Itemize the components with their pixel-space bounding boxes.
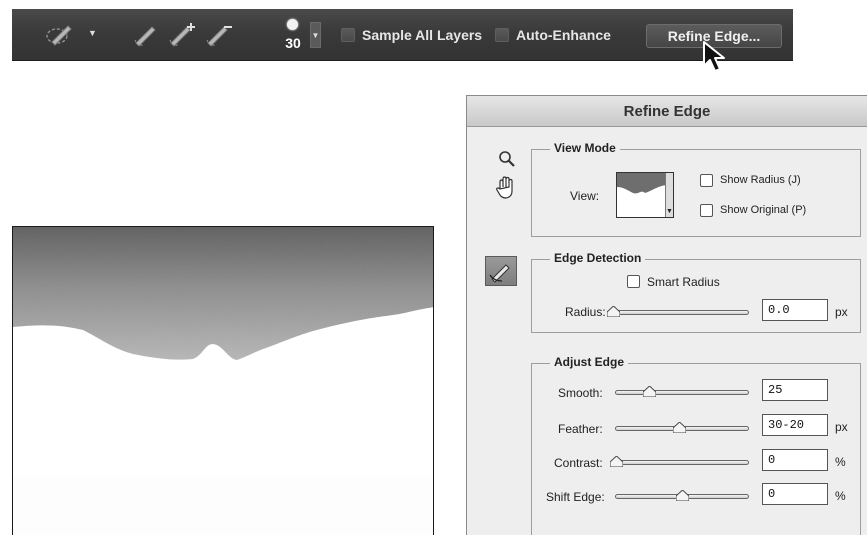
document-canvas[interactable]: [12, 226, 434, 535]
hand-icon[interactable]: [495, 176, 517, 200]
contrast-label: Contrast:: [554, 456, 603, 470]
view-mode-group: View Mode View: ▼ Show Radius (J) Show O…: [531, 141, 861, 237]
radius-label: Radius:: [565, 305, 606, 319]
contrast-input[interactable]: 0: [762, 449, 828, 471]
contrast-slider-thumb[interactable]: [610, 456, 623, 467]
radius-unit: px: [835, 305, 848, 319]
smooth-input[interactable]: 25: [762, 379, 828, 401]
adjust-edge-group: Adjust Edge Smooth: 25 Feather: 30-20 px…: [531, 355, 861, 535]
cursor-arrow-icon: [703, 41, 725, 72]
canvas-image: [13, 227, 433, 535]
shift-edge-input[interactable]: 0: [762, 483, 828, 505]
shift-edge-slider[interactable]: [615, 490, 749, 501]
options-bar: ▼ 30 ▼ Sample All Layers Auto-Enhance Re…: [12, 9, 793, 61]
shift-edge-slider-thumb[interactable]: [676, 490, 689, 501]
edge-detection-title: Edge Detection: [550, 251, 646, 265]
radius-slider[interactable]: [607, 306, 749, 317]
zoom-icon[interactable]: [498, 150, 516, 168]
view-mode-title: View Mode: [550, 141, 620, 155]
show-radius-checkbox[interactable]: [700, 174, 713, 187]
contrast-slider[interactable]: [610, 456, 749, 467]
smooth-slider[interactable]: [615, 386, 749, 397]
chevron-down-icon: ▼: [665, 173, 673, 217]
add-to-selection-button[interactable]: [167, 22, 199, 50]
show-original-label[interactable]: Show Original (P): [720, 204, 806, 216]
new-selection-icon: [134, 26, 156, 47]
subtract-from-selection-icon: [206, 26, 232, 47]
shift-edge-unit: %: [835, 489, 846, 503]
refine-radius-tool-button[interactable]: [485, 256, 517, 286]
radius-slider-thumb[interactable]: [607, 306, 620, 317]
smart-radius-label[interactable]: Smart Radius: [647, 275, 720, 289]
view-label: View:: [570, 189, 600, 203]
shift-edge-label: Shift Edge:: [546, 490, 605, 504]
smooth-slider-thumb[interactable]: [643, 386, 656, 397]
tool-preset-picker[interactable]: ▼: [44, 22, 100, 50]
brush-picker[interactable]: 30 ▼: [277, 17, 321, 55]
show-original-checkbox[interactable]: [700, 204, 713, 217]
feather-unit: px: [835, 420, 848, 434]
add-to-selection-icon: [169, 23, 195, 47]
adjust-edge-title: Adjust Edge: [550, 355, 629, 369]
smart-radius-checkbox[interactable]: [627, 275, 640, 288]
brush-tip-icon: [287, 19, 298, 30]
radius-input[interactable]: 0.0: [762, 299, 828, 321]
subtract-from-selection-button[interactable]: [204, 22, 236, 50]
chevron-down-icon: ▼: [88, 28, 97, 38]
contrast-unit: %: [835, 455, 846, 469]
sample-all-layers-checkbox[interactable]: [341, 28, 355, 42]
edge-detection-group: Edge Detection Smart Radius Radius: 0.0 …: [531, 251, 861, 333]
view-preview-image: [617, 173, 667, 194]
smooth-label: Smooth:: [558, 386, 603, 400]
auto-enhance-label[interactable]: Auto-Enhance: [516, 27, 611, 43]
sample-all-layers-label[interactable]: Sample All Layers: [362, 27, 482, 43]
feather-label: Feather:: [558, 422, 603, 436]
brush-size-value: 30: [285, 35, 301, 51]
dialog-title[interactable]: Refine Edge: [467, 96, 867, 127]
chevron-down-icon[interactable]: ▼: [310, 22, 321, 48]
auto-enhance-checkbox[interactable]: [495, 28, 509, 42]
feather-slider[interactable]: [615, 422, 749, 433]
refine-radius-tool-icon: [489, 264, 510, 283]
feather-slider-thumb[interactable]: [673, 422, 687, 433]
refine-edge-dialog: Refine Edge View Mode View: ▼ Show Radiu…: [466, 95, 867, 535]
show-radius-label[interactable]: Show Radius (J): [720, 174, 801, 186]
quick-selection-icon: [46, 25, 72, 46]
feather-input[interactable]: 30-20: [762, 414, 828, 436]
new-selection-button[interactable]: [132, 22, 162, 50]
view-mode-picker[interactable]: ▼: [616, 172, 674, 218]
